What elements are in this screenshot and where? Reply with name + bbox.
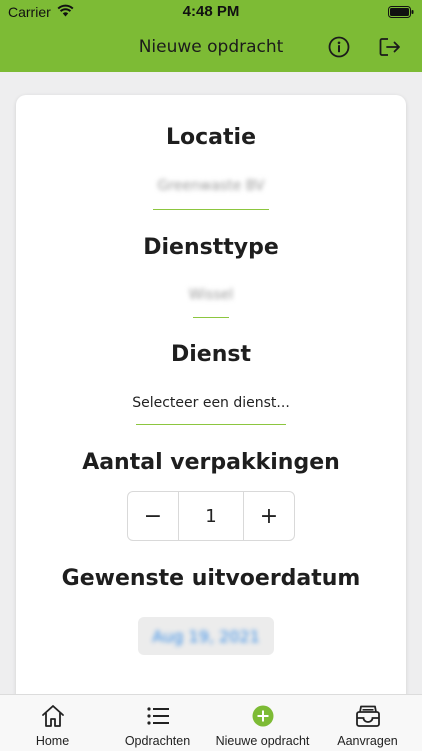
status-time: 4:48 PM bbox=[182, 3, 240, 20]
home-icon bbox=[41, 705, 64, 727]
tab-nieuwe-opdracht[interactable]: Nieuwe opdracht bbox=[210, 695, 315, 751]
service-select[interactable]: Selecteer een dienst... bbox=[16, 395, 406, 411]
order-form-card: Locatie Greenwaste BV Diensttype Wissel … bbox=[16, 95, 406, 735]
info-icon[interactable] bbox=[328, 36, 350, 58]
logout-icon[interactable] bbox=[378, 36, 402, 58]
location-underline bbox=[153, 209, 269, 210]
tab-bar: Home Opdrachten Nieuwe opdracht Aanvrage… bbox=[0, 694, 422, 751]
service-type-label: Diensttype bbox=[143, 235, 279, 260]
tab-aanvragen[interactable]: Aanvragen bbox=[315, 695, 420, 751]
date-value: Aug 19, 2021 bbox=[152, 626, 260, 646]
decrement-button[interactable]: − bbox=[128, 492, 178, 540]
tab-aanvragen-label: Aanvragen bbox=[337, 734, 398, 748]
inbox-icon bbox=[355, 705, 380, 727]
service-type-value[interactable]: Wissel bbox=[16, 287, 406, 303]
list-icon bbox=[146, 707, 169, 725]
plus-circle-icon bbox=[252, 705, 273, 727]
service-type-underline bbox=[193, 317, 229, 318]
date-picker[interactable]: Aug 19, 2021 bbox=[138, 617, 274, 655]
increment-button[interactable]: + bbox=[244, 492, 294, 540]
tab-home[interactable]: Home bbox=[0, 695, 105, 751]
battery-icon bbox=[388, 6, 414, 18]
location-value[interactable]: Greenwaste BV bbox=[16, 178, 406, 194]
page-title: Nieuwe opdracht bbox=[138, 37, 284, 57]
date-label: Gewenste uitvoerdatum bbox=[61, 566, 361, 591]
service-underline bbox=[136, 424, 286, 425]
header: Carrier 4:48 PM Nieuwe opdracht bbox=[0, 0, 422, 72]
tab-opdrachten[interactable]: Opdrachten bbox=[105, 695, 210, 751]
packages-value[interactable]: 1 bbox=[178, 492, 244, 540]
location-label: Locatie bbox=[166, 125, 256, 150]
packages-stepper: − 1 + bbox=[127, 491, 295, 541]
status-bar: Carrier 4:48 PM bbox=[0, 0, 422, 24]
packages-label: Aantal verpakkingen bbox=[82, 450, 340, 475]
service-label: Dienst bbox=[171, 342, 251, 367]
